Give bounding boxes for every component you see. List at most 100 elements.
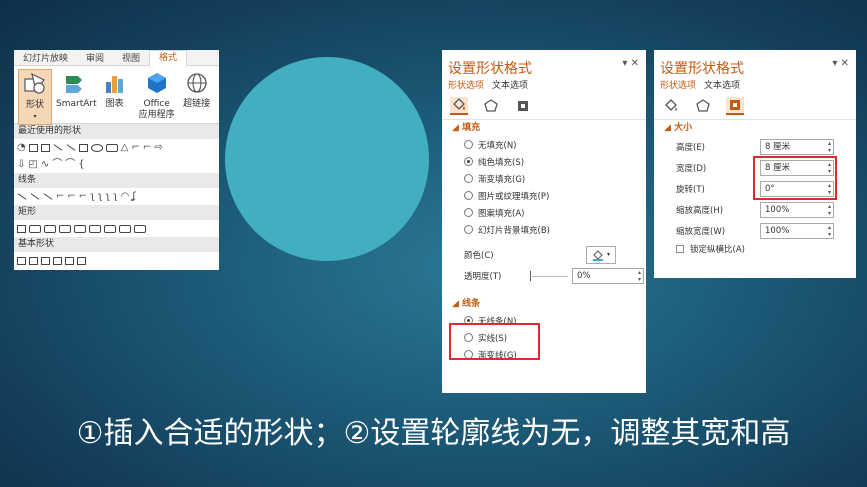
scribble-icon[interactable]: ʆ [132, 191, 135, 202]
line-2-icon[interactable] [30, 193, 40, 200]
shape-triangle-icon[interactable]: △ [121, 142, 129, 153]
tab-text-options[interactable]: 文本选项 [492, 78, 528, 92]
basic-2-icon[interactable] [29, 256, 38, 265]
office-apps-button[interactable]: Office 应用程序 [139, 69, 175, 121]
shapes-button[interactable]: 形状 ▾ [18, 69, 52, 125]
fill-section-header[interactable]: ◢ 填充 [442, 120, 646, 136]
shape-pie-icon[interactable]: ◔ [17, 142, 26, 153]
panel-tabs: 形状选项 文本选项 [654, 78, 856, 92]
panel-menu-icon[interactable]: ▾ [832, 58, 837, 69]
rect-2-icon[interactable] [29, 224, 41, 233]
radio-button[interactable] [464, 225, 473, 234]
hyperlink-button[interactable]: 超链接 [183, 69, 211, 110]
height-input[interactable]: 8 厘米 [760, 138, 834, 155]
shape-arc2-icon[interactable]: ⌒ [65, 159, 75, 170]
shape-curve-icon[interactable]: ∿ [41, 159, 49, 170]
rect-1-icon[interactable] [17, 224, 26, 233]
elbow-2-icon[interactable]: ⌐ [67, 191, 75, 202]
scale-width-input[interactable]: 100% [760, 222, 834, 239]
fill-color-label: 颜色(C) [464, 250, 494, 261]
basic-5-icon[interactable] [65, 256, 74, 265]
rect-9-icon[interactable] [134, 224, 146, 233]
fill-color-dropdown[interactable]: ▾ [586, 245, 616, 264]
basic-4-icon[interactable] [53, 256, 62, 265]
rect-3-icon[interactable] [44, 224, 56, 233]
shapes-icon [21, 70, 49, 98]
transparency-input[interactable]: 0% [572, 267, 644, 284]
chart-button[interactable]: 图表 [101, 69, 129, 110]
rect-4-icon[interactable] [59, 224, 71, 233]
lock-ratio-row[interactable]: 锁定纵横比(A) [654, 241, 856, 257]
rect-7-icon[interactable] [104, 224, 116, 233]
freeform-icon[interactable]: ʅ [113, 191, 118, 202]
radio-button[interactable] [464, 208, 473, 217]
effects-pentagon-icon[interactable] [482, 97, 500, 115]
panel-menu-icon[interactable]: ▾ [622, 58, 627, 69]
smartart-button[interactable]: SmartArt [56, 69, 97, 110]
radio-button[interactable] [464, 191, 473, 200]
tab-review[interactable]: 审阅 [77, 51, 113, 64]
slide-caption: ①插入合适的形状；②设置轮廓线为无，调整其宽和高 [76, 416, 791, 451]
highlight-size-box [753, 156, 837, 200]
fill-line-icon[interactable] [662, 97, 680, 115]
effects-pentagon-icon[interactable] [694, 97, 712, 115]
elbow-3-icon[interactable]: ⌐ [79, 191, 87, 202]
rect-5-icon[interactable] [74, 224, 86, 233]
gallery-recent-row: ◔ △ ⌐ ⌐ ⇨ [14, 139, 219, 156]
shape-elbow2-icon[interactable]: ⌐ [143, 142, 151, 153]
size-properties-icon[interactable] [514, 97, 532, 115]
curve-3-icon[interactable]: ʅ [105, 191, 110, 202]
size-section-header[interactable]: ◢ 大小 [654, 120, 856, 136]
fill-option[interactable]: 图片或纹理填充(P) [442, 187, 646, 204]
close-icon[interactable]: ✕ [841, 58, 849, 69]
line-1-icon[interactable] [17, 193, 27, 200]
radio-button[interactable] [464, 157, 473, 166]
lock-ratio-checkbox[interactable] [676, 245, 684, 253]
rect-8-icon[interactable] [119, 224, 131, 233]
tab-slideshow[interactable]: 幻灯片放映 [14, 51, 77, 64]
rect-6-icon[interactable] [89, 224, 101, 233]
fill-option[interactable]: 渐变填充(G) [442, 170, 646, 187]
tab-shape-options[interactable]: 形状选项 [448, 78, 484, 92]
close-icon[interactable]: ✕ [631, 58, 639, 69]
shape-line-icon[interactable] [53, 144, 63, 151]
shape-vertical-textbox-icon[interactable] [40, 143, 50, 152]
curve-1-icon[interactable]: ʅ [90, 191, 95, 202]
size-properties-icon[interactable] [726, 96, 744, 115]
radio-button[interactable] [464, 140, 473, 149]
freeform-2-icon[interactable]: ◠ [121, 191, 130, 202]
shape-brace-icon[interactable]: { [78, 159, 84, 170]
fill-option[interactable]: 纯色填充(S) [442, 153, 646, 170]
shape-down-arrow-icon[interactable]: ⇩ [17, 159, 25, 170]
fill-option[interactable]: 无填充(N) [442, 136, 646, 153]
fill-option[interactable]: 图案填充(A) [442, 204, 646, 221]
tab-shape-options[interactable]: 形状选项 [660, 78, 696, 92]
fill-option[interactable]: 幻灯片背景填充(B) [442, 221, 646, 238]
shape-textbox-icon[interactable] [28, 143, 38, 152]
shape-snip-icon[interactable]: ◰ [28, 159, 37, 170]
basic-1-icon[interactable] [17, 256, 26, 265]
ribbon-body: 形状 ▾ SmartArt 图表 Office 应用程序 超链接 [14, 66, 219, 125]
fill-line-icon[interactable] [450, 96, 468, 115]
transparency-slider[interactable] [530, 270, 568, 281]
teal-circle-shape[interactable] [225, 57, 429, 261]
elbow-1-icon[interactable]: ⌐ [56, 191, 64, 202]
shape-elbow-icon[interactable]: ⌐ [131, 142, 139, 153]
basic-6-icon[interactable] [77, 256, 86, 265]
radio-button[interactable] [464, 174, 473, 183]
scale-height-input[interactable]: 100% [760, 201, 834, 218]
line-3-icon[interactable] [43, 193, 53, 200]
shape-arc-icon[interactable]: ⌒ [52, 159, 62, 170]
shape-arrow-line-icon[interactable] [66, 144, 76, 151]
tab-format[interactable]: 格式 [149, 50, 188, 66]
shape-rectangle-icon[interactable] [78, 143, 88, 152]
tab-text-options[interactable]: 文本选项 [704, 78, 740, 92]
curve-2-icon[interactable]: ʅ [98, 191, 103, 202]
line-section-header[interactable]: ◢ 线条 [442, 296, 646, 312]
shape-oval-icon[interactable] [90, 143, 103, 152]
shape-rounded-rect-icon[interactable] [105, 143, 118, 152]
shape-right-arrow-icon[interactable]: ⇨ [154, 142, 162, 153]
highlight-line-box [449, 323, 540, 360]
tab-view[interactable]: 视图 [113, 51, 149, 64]
basic-3-icon[interactable] [41, 256, 50, 265]
